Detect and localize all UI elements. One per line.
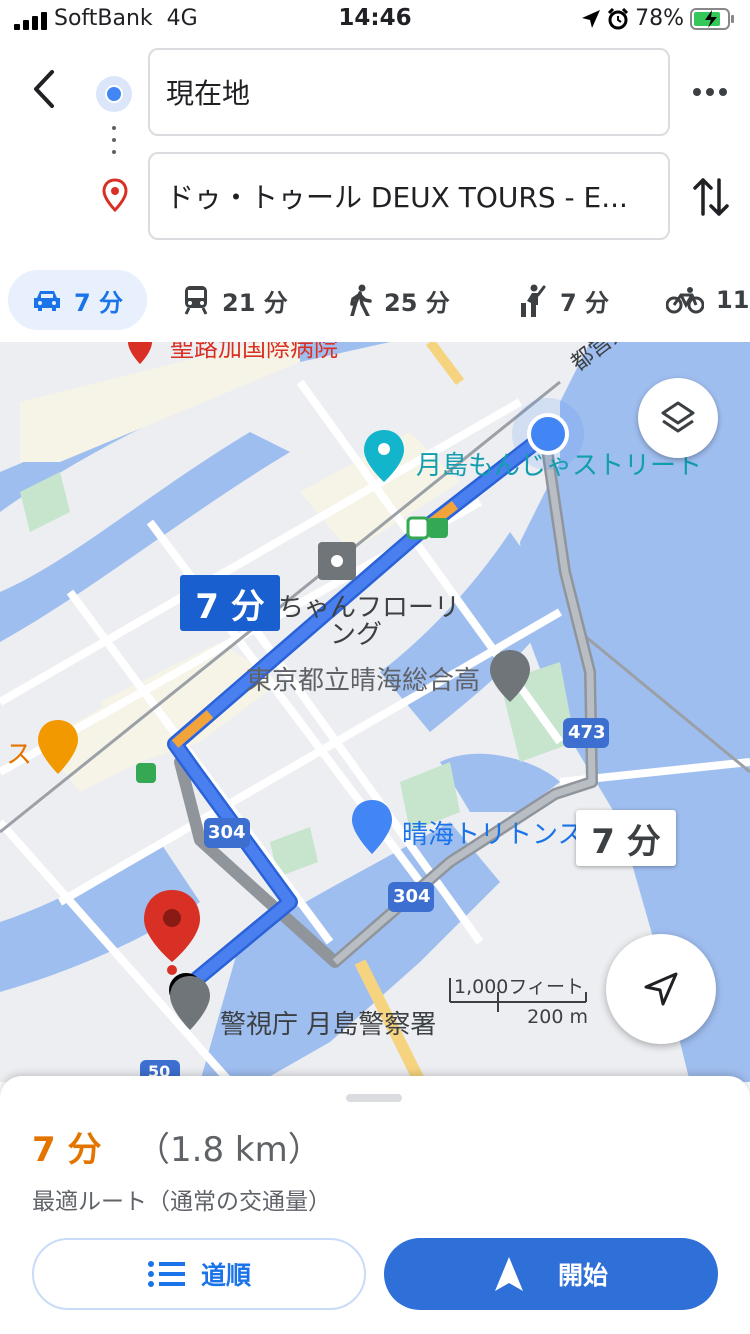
location-arrow-icon xyxy=(582,9,601,28)
train-icon xyxy=(184,286,208,315)
more-options-button[interactable] xyxy=(690,78,730,106)
navigate-icon xyxy=(494,1257,523,1291)
map-label-triton: 晴海トリトンス xyxy=(402,820,584,850)
tab-driving[interactable]: 7 分 xyxy=(8,270,148,330)
connector-dots-icon xyxy=(112,126,116,162)
tab-walking-label: 25 分 xyxy=(384,288,450,317)
steps-button[interactable]: 道順 xyxy=(32,1238,366,1310)
map-label-restaurant: ス xyxy=(6,740,33,770)
tab-walking[interactable]: 25 分 xyxy=(348,270,450,330)
battery-percent: 78% xyxy=(635,6,684,31)
status-right: 78% xyxy=(581,6,736,31)
tab-ride-hail[interactable]: 7 分 xyxy=(518,270,609,330)
car-icon xyxy=(34,291,60,311)
origin-dot-icon xyxy=(96,76,132,112)
layers-button[interactable] xyxy=(638,378,718,458)
route-time-bubble[interactable]: 7 分 xyxy=(180,575,280,631)
map-scale: 1,000フィート 200 m xyxy=(448,972,588,1028)
destination-input[interactable]: ドゥ・トゥール DEUX TOURS - E... xyxy=(148,152,670,240)
route-distance: （1.8 km） xyxy=(136,1130,322,1170)
travel-mode-tabs: 7 分 21 分 25 分 7 分 11 xyxy=(0,270,750,332)
scale-imperial: 1,000フィート xyxy=(454,976,585,998)
tab-cycling[interactable]: 11 xyxy=(666,270,749,330)
tab-cycling-label: 11 xyxy=(716,286,750,314)
origin-input[interactable]: 現在地 xyxy=(148,48,670,136)
bike-icon xyxy=(666,287,704,314)
tab-driving-label: 7 分 xyxy=(74,288,124,317)
route-summary-sheet: 7 分 （1.8 km） 最適ルート（通常の交通量） 道順 開始 xyxy=(0,1076,750,1334)
start-button[interactable]: 開始 xyxy=(384,1238,718,1310)
route-note: 最適ルート（通常の交通量） xyxy=(32,1189,331,1215)
map-label-hospital: 聖路加国際病院 xyxy=(170,342,338,362)
ride-hail-icon xyxy=(521,284,546,317)
road-shield-304-b: 304 xyxy=(393,886,431,907)
list-icon xyxy=(147,1261,185,1287)
my-location-button[interactable] xyxy=(606,934,716,1044)
navigation-arrow-icon xyxy=(644,972,678,1006)
start-button-label: 開始 xyxy=(557,1261,608,1290)
sheet-grab-handle[interactable] xyxy=(346,1094,402,1102)
tab-transit[interactable]: 21 分 xyxy=(182,270,288,330)
steps-button-label: 道順 xyxy=(200,1261,251,1290)
layers-icon xyxy=(661,401,695,433)
tab-transit-label: 21 分 xyxy=(222,288,288,317)
road-shield-473: 473 xyxy=(568,722,606,743)
back-button[interactable] xyxy=(24,64,68,114)
destination-pin-icon xyxy=(102,178,128,212)
map-canvas[interactable]: 聖路加国際病院 都営大 月島もんじゃストリート ちゃんフローリ ング 東京都立晴… xyxy=(0,342,750,1082)
swap-directions-button[interactable] xyxy=(690,174,732,220)
scale-metric: 200 m xyxy=(527,1006,588,1028)
map-label-police: 警視庁 月島警察署 xyxy=(220,1010,437,1040)
walk-icon xyxy=(350,284,372,316)
alt-route-time-bubble[interactable]: 7 分 xyxy=(576,810,676,866)
status-bar: SoftBank 4G 14:46 78% xyxy=(0,0,750,40)
route-duration: 7 分 xyxy=(32,1130,102,1170)
map-label-school: 東京都立晴海総合高 xyxy=(246,666,481,696)
road-shield-304: 304 xyxy=(208,822,246,843)
battery-charging-icon xyxy=(690,7,734,30)
alarm-icon xyxy=(608,7,629,29)
map-label-flooring-2: ング xyxy=(330,620,383,650)
tab-ride-hail-label: 7 分 xyxy=(560,288,610,317)
